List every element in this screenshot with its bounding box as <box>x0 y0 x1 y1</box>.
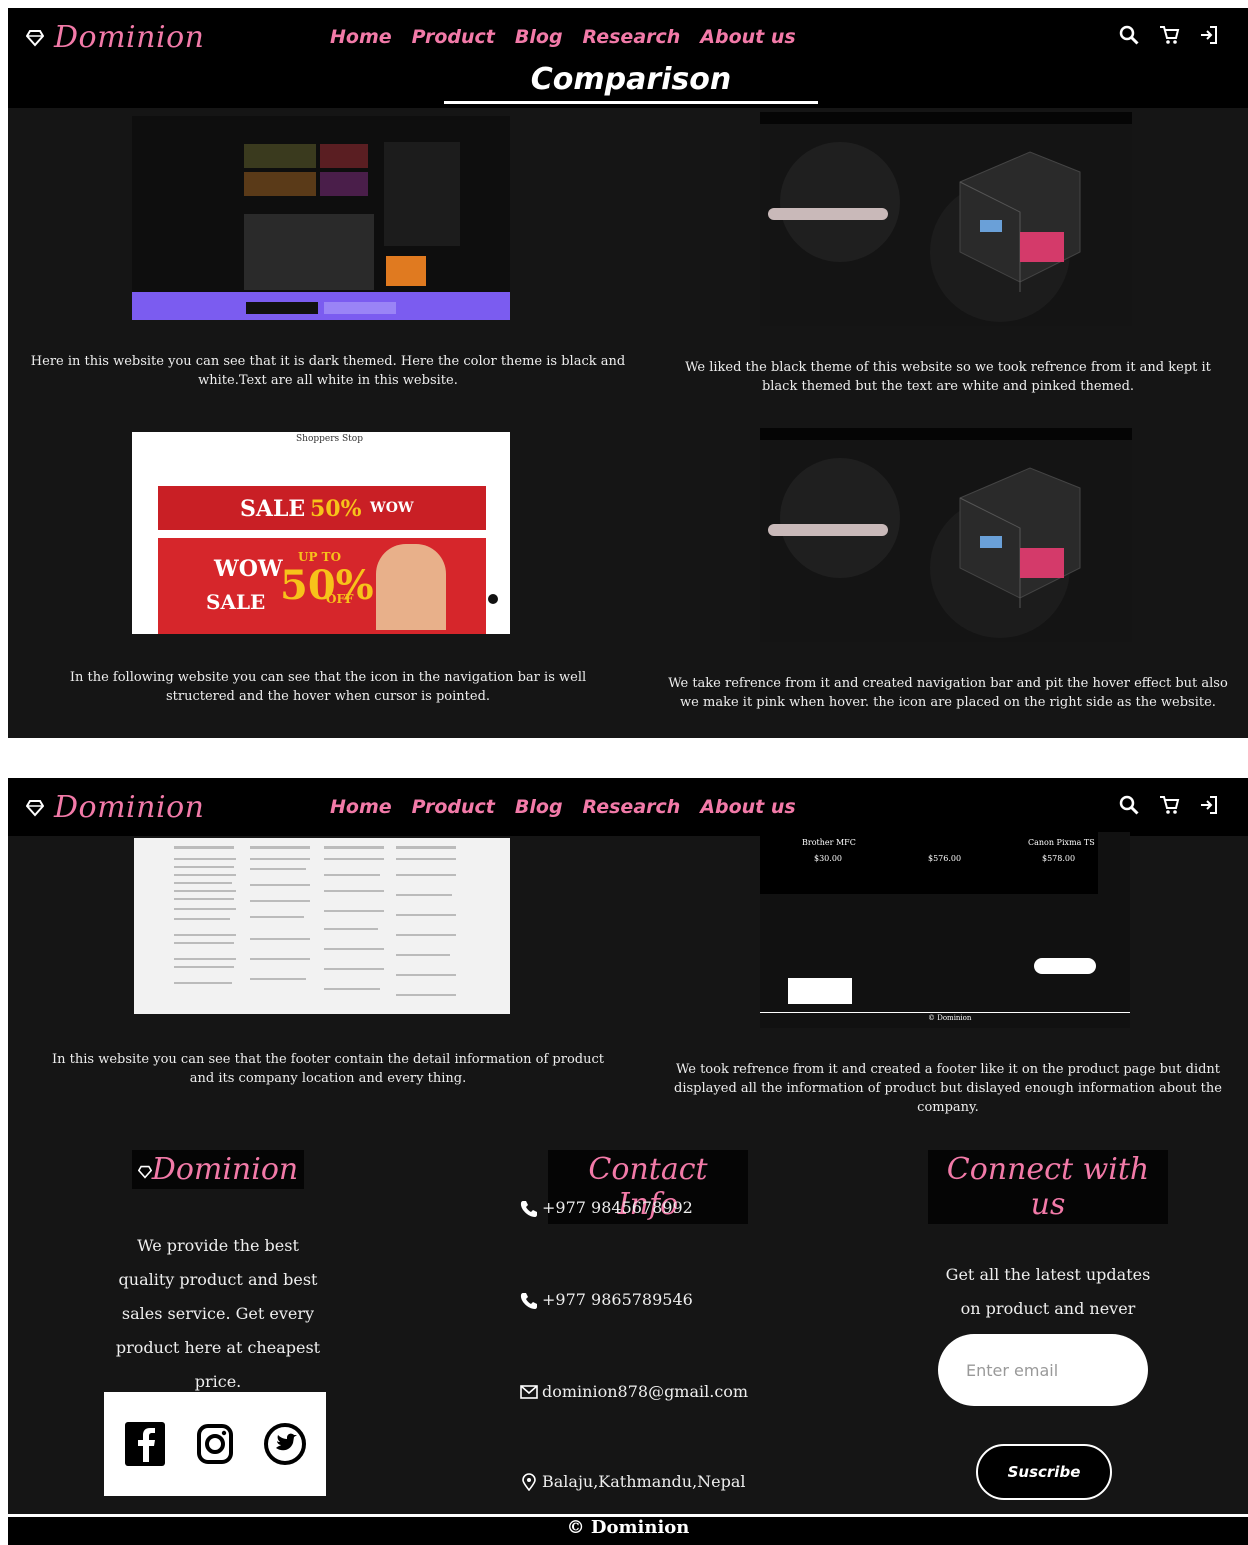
login-icon[interactable] <box>1198 794 1220 816</box>
nav-icons-2 <box>1118 794 1220 816</box>
facebook-icon[interactable] <box>123 1418 167 1470</box>
instagram-icon[interactable] <box>193 1418 237 1470</box>
thumb-product-1: Brother MFC <box>802 838 856 847</box>
nav-icons <box>1118 24 1220 46</box>
navbar-2: Dominion Home Product Blog Research Abou… <box>8 778 1248 836</box>
sale-text-2: SALE <box>206 590 266 614</box>
contact-location[interactable]: Balaju,Kathmandu,Nepal <box>520 1472 746 1491</box>
sale-off: OFF <box>326 592 354 606</box>
screenshot-printer-site-2 <box>760 428 1132 642</box>
mail-icon <box>520 1384 538 1399</box>
brand[interactable]: Dominion <box>26 20 204 55</box>
caption-2: We liked the black theme of this website… <box>685 360 1211 394</box>
cart-icon[interactable] <box>1158 24 1180 46</box>
sale-wow-2: WOW <box>214 556 283 582</box>
screenshot-sale-website: Shoppers Stop SALE 50% WOW WOW SALE UP T… <box>132 432 510 634</box>
subscribe-button[interactable]: Suscribe <box>976 1444 1112 1500</box>
sale-percent-1: 50% <box>310 496 362 522</box>
thumb-price-2: $576.00 <box>928 854 962 863</box>
footer-connect-column: Connect with us Get all the latest updat… <box>928 1150 1168 1360</box>
search-icon[interactable] <box>1118 24 1140 46</box>
connect-title: Connect with us <box>928 1150 1168 1224</box>
thumb-product-2: Canon Pixma TS <box>1028 838 1095 847</box>
email-input[interactable]: Enter email <box>938 1334 1148 1406</box>
thumb-price-3: $578.00 <box>1042 854 1076 863</box>
nav-home[interactable]: Home <box>330 26 392 48</box>
nav-research[interactable]: Research <box>583 796 681 818</box>
screenshot-footer-reference <box>134 838 510 1014</box>
contact-email[interactable]: dominion878@gmail.com <box>520 1382 748 1401</box>
nav-home[interactable]: Home <box>330 796 392 818</box>
screenshot-printer-site-1 <box>760 112 1132 326</box>
nav-about[interactable]: About us <box>700 26 795 48</box>
location-icon <box>522 1472 536 1491</box>
contact-phone-1[interactable]: +977 9845678992 <box>520 1198 693 1217</box>
screenshot-dark-website <box>132 116 510 320</box>
copyright: © Dominion <box>8 1514 1248 1545</box>
thumb-price-1: $30.00 <box>814 854 842 863</box>
diamond-icon <box>26 799 44 817</box>
diamond-icon <box>137 1165 152 1179</box>
social-links <box>104 1392 326 1496</box>
search-icon[interactable] <box>1118 794 1140 816</box>
phone-icon <box>520 1200 537 1217</box>
nav-links: Home Product Blog Research About us <box>330 26 796 48</box>
sale-text-1: SALE <box>240 496 306 522</box>
brand-2[interactable]: Dominion <box>26 790 204 825</box>
thumb-copyright: © Dominion <box>928 1014 972 1022</box>
footer-caption-1: In this website you can see that the foo… <box>52 1052 604 1086</box>
nav-product[interactable]: Product <box>412 796 495 818</box>
nav-links-2: Home Product Blog Research About us <box>330 796 796 818</box>
phone-icon <box>520 1292 537 1309</box>
brand-logo: Dominion <box>54 790 205 825</box>
navbar: Dominion Home Product Blog Research Abou… <box>8 8 1248 108</box>
twitter-icon[interactable] <box>263 1418 307 1470</box>
nav-blog[interactable]: Blog <box>515 796 563 818</box>
contact-phone-2[interactable]: +977 9865789546 <box>520 1290 693 1309</box>
page-title: Comparison <box>444 62 818 104</box>
brand-logo: Dominion <box>54 20 205 55</box>
screenshot-own-footer: Brother MFC Canon Pixma TS $30.00 $576.0… <box>760 832 1130 1028</box>
login-icon[interactable] <box>1198 24 1220 46</box>
cart-icon[interactable] <box>1158 794 1180 816</box>
nav-blog[interactable]: Blog <box>515 26 563 48</box>
footer-brand: Dominion <box>131 1150 305 1189</box>
nav-research[interactable]: Research <box>583 26 681 48</box>
diamond-icon <box>26 29 44 47</box>
footer-comparison-panel: Dominion Home Product Blog Research Abou… <box>8 778 1248 1545</box>
footer-brand-text: We provide the best quality product and … <box>115 1236 321 1391</box>
nav-about[interactable]: About us <box>700 796 795 818</box>
nav-product[interactable]: Product <box>412 26 495 48</box>
caption-3: In the following website you can see tha… <box>69 670 587 704</box>
comparison-panel: Dominion Home Product Blog Research Abou… <box>8 8 1248 738</box>
footer-brand-column: Dominion We provide the best quality pro… <box>108 1150 328 1399</box>
caption-1: Here in this website you can see that it… <box>30 354 626 388</box>
footer-caption-2: We took refrence from it and created a f… <box>674 1062 1222 1115</box>
sale-store-name: Shoppers Stop <box>296 434 363 444</box>
sale-wow-1: WOW <box>370 500 414 516</box>
caption-4: We take refrence from it and created nav… <box>668 676 1228 710</box>
